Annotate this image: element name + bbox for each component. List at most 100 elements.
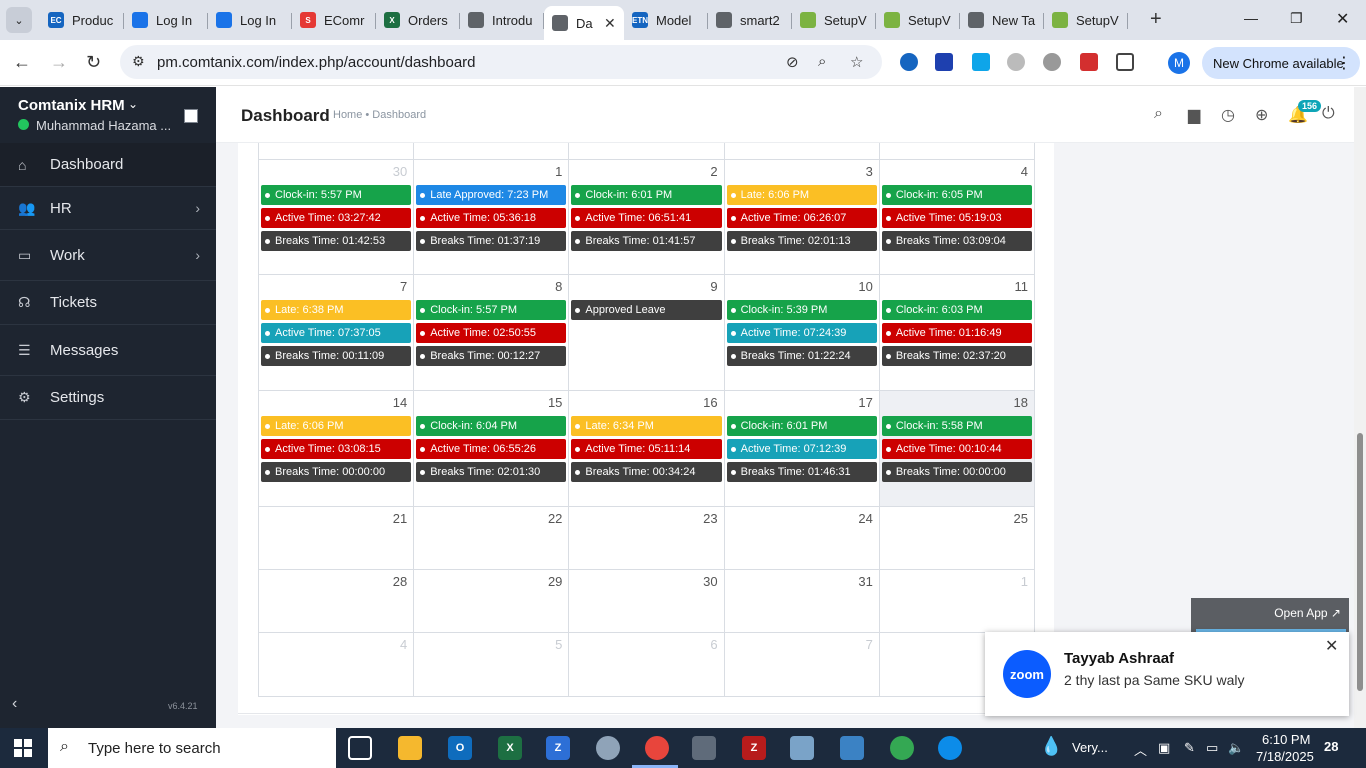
calendar-event[interactable]: Breaks Time: 02:01:30 (416, 462, 567, 482)
day-number[interactable]: 7 (261, 279, 411, 300)
browser-tab[interactable]: Introdu (460, 6, 544, 34)
calendar-day[interactable]: 18 Clock-in: 5:58 PM Active Time: 00:10:44… (879, 391, 1036, 506)
calendar-day[interactable]: 31 (725, 570, 880, 632)
tab-search-button[interactable]: ⌄ (6, 7, 32, 33)
calendar-event[interactable]: Breaks Time: 01:46:31 (726, 462, 877, 482)
profile-avatar[interactable]: M (1168, 52, 1190, 74)
calendar-event[interactable]: Breaks Time: 02:01:13 (726, 231, 877, 251)
excel-icon[interactable]: X (498, 736, 522, 760)
calendar-day[interactable]: 25 (880, 507, 1036, 569)
calendar-event[interactable]: Breaks Time: 01:42:53 (261, 231, 412, 251)
day-number[interactable]: 6 (571, 637, 721, 658)
sidebar-item-messages[interactable]: ☰ Messages (0, 325, 216, 376)
app-icon[interactable] (596, 736, 620, 760)
calendar-event[interactable]: Active Time: 01:16:49 (881, 323, 1033, 343)
calendar-day[interactable]: 8 Clock-in: 5:57 PM Active Time: 02:50:55 B… (414, 275, 570, 390)
calendar-event[interactable]: Breaks Time: 00:00:00 (261, 462, 412, 482)
zoho-icon[interactable]: Z (546, 736, 570, 760)
calendar-day[interactable]: 1 (880, 570, 1036, 632)
browser-tab[interactable]: SetupV (1044, 6, 1128, 34)
reload-button[interactable]: ↻ (86, 52, 101, 73)
calendar-day[interactable]: 15 Clock-in: 6:04 PM Active Time: 06:55:26… (414, 391, 570, 506)
calendar-event[interactable]: Active Time: 05:36:18 (416, 208, 567, 228)
day-number[interactable]: 22 (416, 511, 566, 532)
browser-tab[interactable]: smart2 (708, 6, 792, 34)
calendar-event[interactable]: Active Time: 06:51:41 (571, 208, 722, 228)
taskbar-time[interactable]: 6:10 PM (1262, 732, 1310, 747)
calendar-event[interactable]: Active Time: 07:12:39 (726, 439, 877, 459)
day-number[interactable]: 3 (727, 164, 877, 185)
calendar-event[interactable]: Breaks Time: 00:12:27 (416, 346, 567, 366)
calendar-event[interactable]: Active Time: 05:11:14 (571, 439, 722, 459)
day-number[interactable]: 9 (571, 279, 721, 300)
day-number[interactable]: 4 (261, 637, 411, 658)
more-menu-icon[interactable]: ⋮ (1336, 53, 1352, 73)
chevron-up-icon[interactable]: ︿ (1134, 740, 1147, 759)
calendar-day[interactable]: 17 Clock-in: 6:01 PM Active Time: 07:12:39… (725, 391, 880, 506)
day-number[interactable]: 4 (882, 164, 1032, 185)
browser-tab[interactable]: SetupV (792, 6, 876, 34)
day-number[interactable]: 8 (416, 279, 566, 300)
calendar-event[interactable]: Active Time: 00:10:44 (881, 439, 1033, 459)
calendar-day[interactable]: 9 Approved Leave (569, 275, 725, 390)
day-number[interactable]: 28 (261, 574, 411, 595)
extension-icon-5[interactable] (1043, 53, 1061, 71)
sidebar-item-dashboard[interactable]: ⌂ Dashboard (0, 143, 216, 187)
day-number[interactable]: 1 (882, 574, 1032, 595)
url-text[interactable]: pm.comtanix.com/index.php/account/dashbo… (157, 54, 476, 71)
outlook-icon[interactable]: O (448, 736, 472, 760)
zoom-icon[interactable]: ⌕ (818, 53, 826, 70)
calendar-day[interactable]: 11 Clock-in: 6:03 PM Active Time: 01:16:49… (880, 275, 1036, 390)
calendar-event[interactable]: Active Time: 05:19:03 (881, 208, 1033, 228)
day-number[interactable]: 21 (261, 511, 411, 532)
forward-button[interactable]: → (50, 52, 68, 73)
calendar-day[interactable]: 30 (569, 570, 725, 632)
browser-tab[interactable]: Log In (208, 6, 292, 34)
page-scrollbar[interactable] (1354, 87, 1366, 728)
extension-icon-1[interactable] (900, 53, 918, 71)
calendar-day[interactable]: 23 (569, 507, 725, 569)
add-icon[interactable]: ⊕ (1255, 105, 1268, 125)
calendar-event[interactable]: Late: 6:38 PM (261, 300, 412, 320)
taskbar-date[interactable]: 7/18/2025 (1256, 749, 1314, 764)
browser-tab[interactable]: S EComr (292, 6, 376, 34)
calendar-event[interactable]: Clock-in: 5:57 PM (261, 185, 412, 205)
calendar-day[interactable]: 6 (569, 633, 725, 696)
calendar-event[interactable]: Clock-in: 5:58 PM (881, 416, 1033, 436)
taskbar-search[interactable]: ⌕ Type here to search (48, 728, 336, 768)
weather-text[interactable]: Very... (1072, 740, 1108, 755)
day-number[interactable]: 7 (727, 637, 877, 658)
scrollbar-thumb[interactable] (1357, 433, 1363, 691)
calendar-day[interactable]: 16 Late: 6:34 PM Active Time: 05:11:14 Brea… (569, 391, 725, 506)
calendar-day[interactable]: 7 Late: 6:38 PM Active Time: 07:37:05 Break… (259, 275, 415, 390)
day-number[interactable]: 10 (727, 279, 877, 300)
sidebar-item-settings[interactable]: ⚙ Settings (0, 376, 216, 420)
calendar-day[interactable]: 4 Clock-in: 6:05 PM Active Time: 05:19:03 B… (880, 160, 1036, 274)
close-icon[interactable]: ✕ (1325, 636, 1338, 656)
calendar-event[interactable]: Breaks Time: 00:34:24 (571, 462, 722, 482)
extensions-puzzle-icon[interactable] (1116, 53, 1134, 71)
calendar-day[interactable]: 4 (259, 633, 415, 696)
day-number[interactable]: 23 (571, 511, 721, 532)
day-number[interactable]: 25 (882, 511, 1032, 532)
windows-start-icon[interactable] (14, 739, 32, 757)
calendar-day[interactable]: 10 Clock-in: 5:39 PM Active Time: 07:24:39… (725, 275, 880, 390)
speaker-icon[interactable]: 🔈 (1228, 740, 1244, 756)
day-number[interactable]: 17 (727, 395, 877, 416)
day-number[interactable]: 1 (416, 164, 566, 185)
calendar-event[interactable]: Active Time: 07:24:39 (726, 323, 877, 343)
calendar-event[interactable]: Breaks Time: 01:22:24 (726, 346, 877, 366)
address-bar[interactable]: ⚙ pm.comtanix.com/index.php/account/dash… (120, 45, 882, 79)
browser-tab[interactable]: X Orders (376, 6, 460, 34)
calculator-icon[interactable] (692, 736, 716, 760)
calendar-event[interactable]: Active Time: 03:27:42 (261, 208, 412, 228)
day-number[interactable]: 14 (261, 395, 411, 416)
open-app-link[interactable]: Open App ↗ (1274, 606, 1341, 620)
chrome-update-button[interactable]: New Chrome available ⋮ (1202, 47, 1360, 79)
calendar-event[interactable]: Active Time: 03:08:15 (261, 439, 412, 459)
calendar-event[interactable]: Breaks Time: 01:37:19 (416, 231, 567, 251)
extension-icon-3[interactable] (972, 53, 990, 71)
calendar-event[interactable]: Late: 6:06 PM (726, 185, 877, 205)
chrome-icon[interactable] (645, 736, 669, 760)
calendar-event[interactable]: Clock-in: 6:05 PM (881, 185, 1033, 205)
